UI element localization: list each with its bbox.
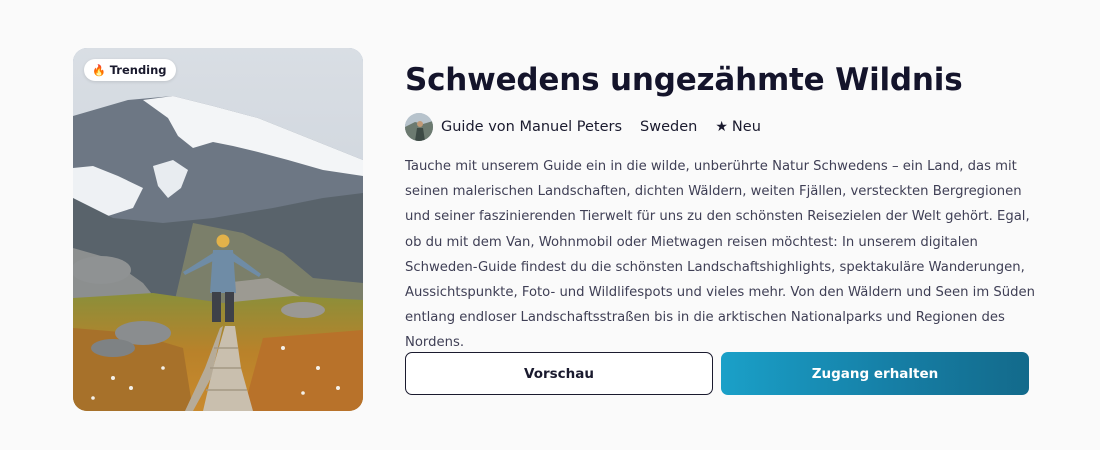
trending-badge: 🔥 Trending	[84, 59, 176, 81]
guide-country: Sweden	[640, 119, 698, 135]
get-access-button[interactable]: Zugang erhalten	[721, 352, 1029, 395]
guide-author: Guide von Manuel Peters	[441, 119, 623, 135]
guide-cover-image	[73, 48, 363, 411]
star-icon: ★	[715, 119, 728, 135]
flame-icon: 🔥	[92, 63, 106, 77]
guide-cover-card[interactable]: 🔥 Trending	[73, 48, 363, 411]
guide-description: Tauche mit unserem Guide ein in die wild…	[405, 159, 1035, 351]
guide-meta: Guide von Manuel Peters Sweden ★ Neu	[405, 112, 1035, 142]
guide-actions: Vorschau Zugang erhalten	[405, 352, 1029, 395]
guide-new-tag: Neu	[731, 119, 761, 135]
author-avatar	[405, 113, 433, 141]
preview-button[interactable]: Vorschau	[405, 352, 713, 395]
guide-details: Schwedens ungezähmte Wildnis Guide von M…	[405, 58, 1035, 356]
trending-badge-label: Trending	[109, 63, 167, 77]
guide-title: Schwedens ungezähmte Wildnis	[405, 62, 963, 98]
